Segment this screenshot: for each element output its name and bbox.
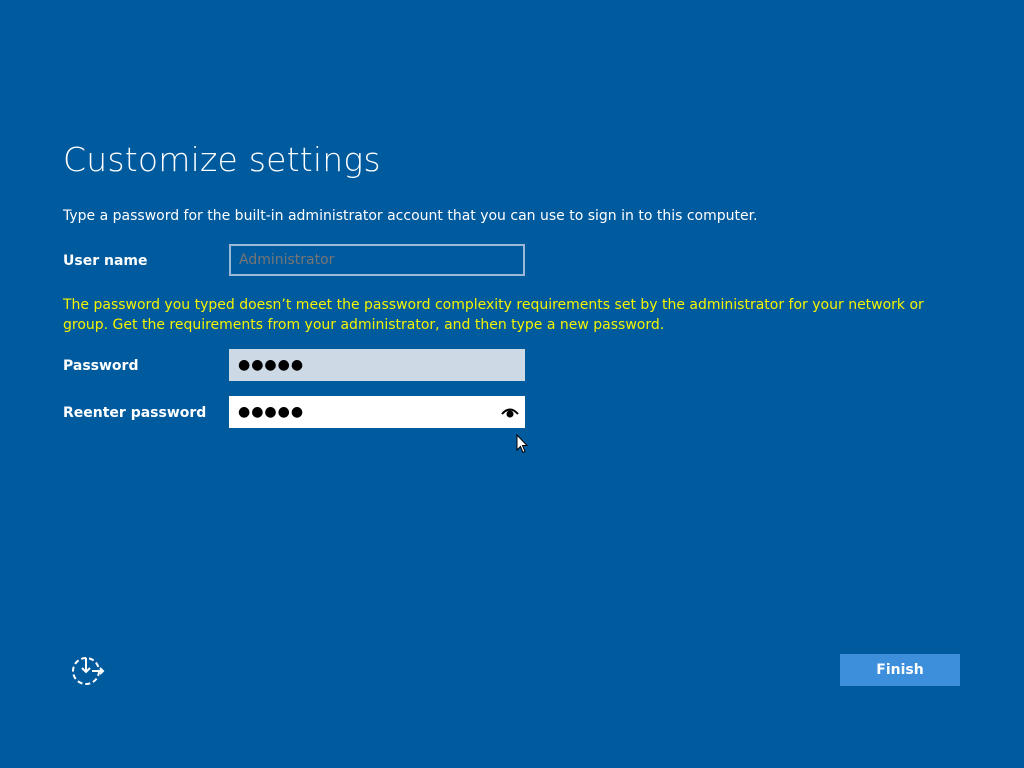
password-masked-value: ●●●●●: [238, 357, 305, 373]
page-title: Customize settings: [63, 140, 381, 179]
username-label: User name: [63, 253, 148, 269]
mouse-cursor-icon: [516, 434, 528, 454]
finish-button[interactable]: Finish: [840, 654, 960, 686]
username-input[interactable]: [231, 246, 523, 274]
reenter-password-masked-value: ●●●●●: [238, 404, 305, 420]
password-field[interactable]: ●●●●●: [229, 349, 525, 381]
reenter-password-label: Reenter password: [63, 405, 207, 421]
username-field[interactable]: [229, 244, 525, 276]
ease-of-access-icon[interactable]: [70, 655, 106, 687]
password-label: Password: [63, 358, 139, 374]
eye-icon[interactable]: [501, 404, 519, 420]
instruction-text: Type a password for the built-in adminis…: [63, 208, 758, 224]
reenter-password-field[interactable]: ●●●●●: [229, 396, 525, 428]
password-error-message: The password you typed doesn’t meet the …: [63, 297, 924, 333]
setup-screen: Customize settings Type a password for t…: [0, 0, 1024, 768]
